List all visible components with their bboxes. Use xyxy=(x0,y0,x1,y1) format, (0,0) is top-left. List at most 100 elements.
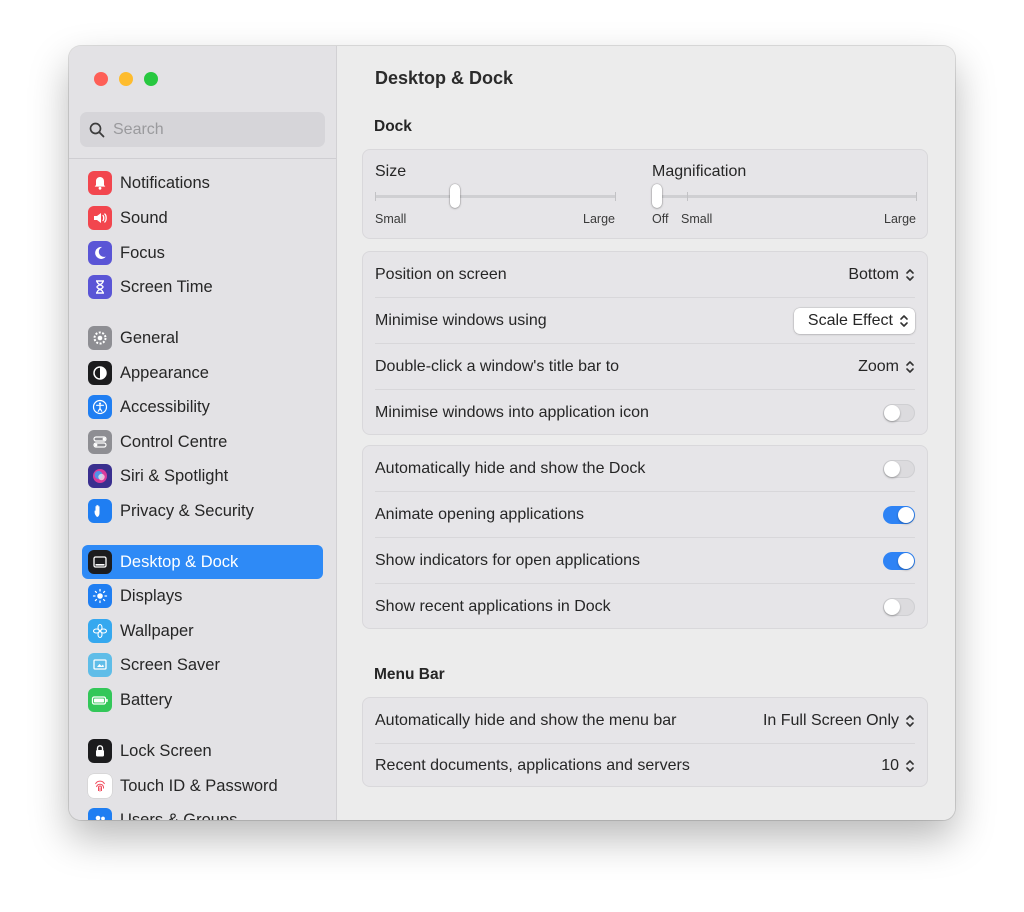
sidebar-item-label: Users & Groups xyxy=(120,810,238,821)
control-centre-icon xyxy=(88,430,112,454)
popup-value: Zoom xyxy=(858,358,899,375)
sidebar-item-control-centre[interactable]: Control Centre xyxy=(82,425,323,459)
bell-icon xyxy=(88,171,112,195)
sidebar-divider xyxy=(69,158,336,159)
show-indicators-row: Show indicators for open applications xyxy=(375,538,915,584)
sidebar-item-wallpaper[interactable]: Wallpaper xyxy=(82,614,323,648)
dock-icon xyxy=(88,550,112,574)
auto-hide-dock-toggle[interactable] xyxy=(883,460,915,478)
sidebar-item-label: Focus xyxy=(120,243,165,262)
minimise-effect-popup[interactable]: Scale Effect xyxy=(793,308,915,334)
magnification-slider-track[interactable] xyxy=(652,195,917,198)
sidebar-item-label: Wallpaper xyxy=(120,621,194,640)
sidebar-item-touch-id[interactable]: Touch ID & Password xyxy=(82,769,323,803)
menu-bar-group: Automatically hide and show the menu bar… xyxy=(362,697,928,787)
magnification-min-label: Small xyxy=(681,212,713,226)
sidebar-item-displays[interactable]: Displays xyxy=(82,579,323,613)
sidebar-item-label: Battery xyxy=(120,690,173,709)
magnification-max-label: Large xyxy=(884,212,916,226)
row-label: Minimise windows into application icon xyxy=(375,404,649,421)
sidebar-item-label: Sound xyxy=(120,208,168,227)
sidebar-item-desktop-dock[interactable]: Desktop & Dock xyxy=(82,545,323,579)
position-on-screen-row: Position on screen Bottom xyxy=(375,252,915,298)
size-label: Size xyxy=(375,163,407,180)
minimise-into-app-icon-toggle[interactable] xyxy=(883,404,915,422)
sidebar-item-label: Accessibility xyxy=(120,397,210,416)
sidebar-item-siri-spotlight[interactable]: Siri & Spotlight xyxy=(82,459,323,493)
sidebar-item-label: Notifications xyxy=(120,173,210,192)
size-slider-thumb[interactable] xyxy=(449,184,460,208)
zoom-window-button[interactable] xyxy=(144,72,158,86)
toggle-knob xyxy=(884,599,900,615)
minimize-window-button[interactable] xyxy=(119,72,133,86)
hourglass-icon xyxy=(88,275,112,299)
sidebar-item-label: Touch ID & Password xyxy=(120,776,278,795)
show-recent-apps-row: Show recent applications in Dock xyxy=(375,584,915,630)
accessibility-icon xyxy=(88,395,112,419)
sidebar-item-sound[interactable]: Sound xyxy=(82,201,323,235)
row-label: Show recent applications in Dock xyxy=(375,598,611,615)
sidebar-item-label: Screen Saver xyxy=(120,655,220,674)
toggle-knob xyxy=(898,507,914,523)
row-label: Automatically hide and show the menu bar xyxy=(375,712,677,729)
sidebar-item-focus[interactable]: Focus xyxy=(82,236,323,270)
sidebar-item-general[interactable]: General xyxy=(82,321,323,355)
sidebar-item-users-groups[interactable]: Users & Groups xyxy=(82,803,323,820)
popup-value: 10 xyxy=(881,757,899,774)
minimise-windows-using-row: Minimise windows using Scale Effect xyxy=(375,298,915,344)
magnification-off-label: Off xyxy=(652,212,669,226)
close-window-button[interactable] xyxy=(94,72,108,86)
auto-hide-menu-bar-row: Automatically hide and show the menu bar… xyxy=(375,698,915,744)
sidebar-item-battery[interactable]: Battery xyxy=(82,683,323,717)
flower-icon xyxy=(88,619,112,643)
search-input[interactable] xyxy=(111,119,315,140)
sidebar-item-label: Lock Screen xyxy=(120,741,212,760)
magnification-label: Magnification xyxy=(652,163,747,180)
minimise-into-app-icon-row: Minimise windows into application icon xyxy=(375,390,915,436)
recent-items-popup[interactable]: 10 xyxy=(881,757,915,775)
sidebar-item-screen-saver[interactable]: Screen Saver xyxy=(82,648,323,682)
sidebar-item-lock-screen[interactable]: Lock Screen xyxy=(82,734,323,768)
hand-icon xyxy=(88,499,112,523)
battery-icon xyxy=(88,688,112,712)
speaker-icon xyxy=(88,206,112,230)
sidebar-item-privacy-security[interactable]: Privacy & Security xyxy=(82,494,323,528)
show-recent-apps-toggle[interactable] xyxy=(883,598,915,616)
size-min-label: Small xyxy=(375,212,407,226)
animate-opening-toggle[interactable] xyxy=(883,506,915,524)
row-label: Show indicators for open applications xyxy=(375,552,641,569)
dock-behavior-group: Position on screen Bottom Minimise windo… xyxy=(362,251,928,435)
sidebar-item-label: Privacy & Security xyxy=(120,501,254,520)
toggle-knob xyxy=(884,405,900,421)
position-popup[interactable]: Bottom xyxy=(848,266,915,284)
magnification-slider-tick xyxy=(916,192,917,201)
size-slider-tick xyxy=(615,192,616,201)
gear-icon xyxy=(88,326,112,350)
double-click-action-popup[interactable]: Zoom xyxy=(858,358,915,376)
page-title: Desktop & Dock xyxy=(375,68,514,88)
dock-options-group: Automatically hide and show the Dock Ani… xyxy=(362,445,928,629)
size-slider-track[interactable] xyxy=(375,195,616,198)
sidebar-item-notifications[interactable]: Notifications xyxy=(82,166,323,200)
search-field[interactable] xyxy=(80,112,325,147)
sidebar-item-label: Screen Time xyxy=(120,277,213,296)
size-slider-tick xyxy=(375,192,376,201)
show-indicators-toggle[interactable] xyxy=(883,552,915,570)
popup-value: Bottom xyxy=(848,266,899,283)
row-label: Double-click a window's title bar to xyxy=(375,358,620,375)
sidebar-item-label: Control Centre xyxy=(120,432,228,451)
auto-hide-menu-bar-popup[interactable]: In Full Screen Only xyxy=(763,712,915,730)
users-icon xyxy=(88,808,112,820)
updown-chevron-icon xyxy=(906,760,914,772)
sidebar-item-accessibility[interactable]: Accessibility xyxy=(82,390,323,424)
magnification-slider-thumb[interactable] xyxy=(652,184,662,208)
double-click-title-bar-row: Double-click a window's title bar to Zoo… xyxy=(375,344,915,390)
updown-chevron-icon xyxy=(906,361,914,373)
row-label: Position on screen xyxy=(375,266,507,283)
sidebar-item-appearance[interactable]: Appearance xyxy=(82,356,323,390)
section-title-dock: Dock xyxy=(374,118,412,135)
sidebar-item-label: Siri & Spotlight xyxy=(120,466,229,485)
row-label: Minimise windows using xyxy=(375,312,547,329)
sidebar-item-screen-time[interactable]: Screen Time xyxy=(82,270,323,304)
updown-chevron-icon xyxy=(906,715,914,727)
